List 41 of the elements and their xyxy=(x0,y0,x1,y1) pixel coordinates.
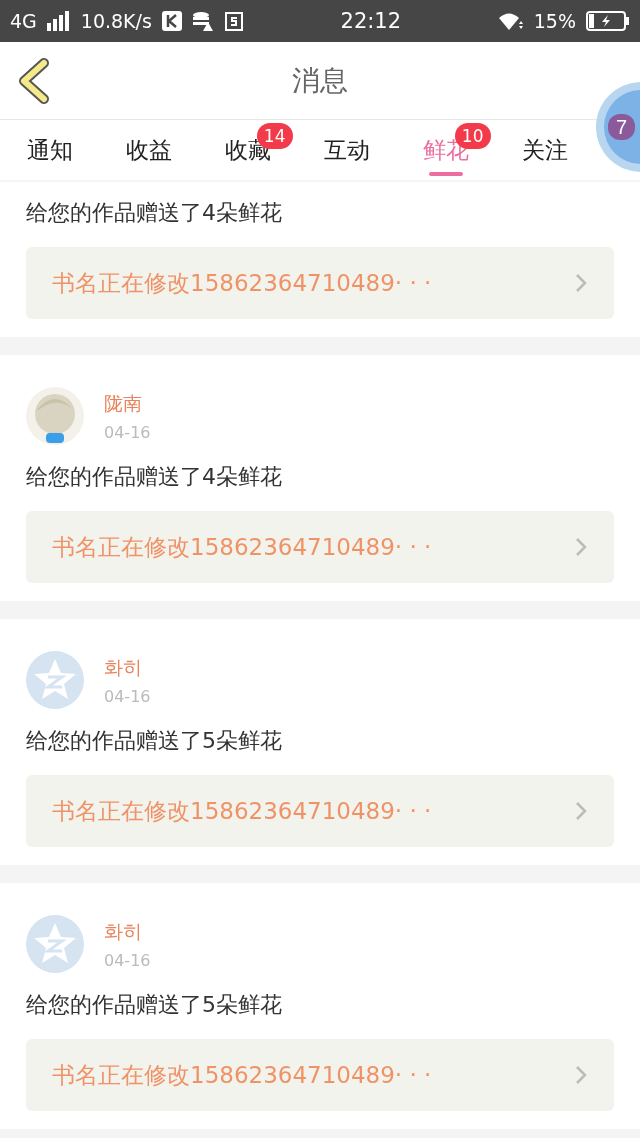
message-text: 给您的作品赠送了5朵鲜花 xyxy=(26,727,283,755)
user-name[interactable]: 화히 xyxy=(104,654,151,681)
book-link[interactable]: 书名正在修改15862364710489· · · xyxy=(26,775,614,847)
message-text: 给您的作品赠送了4朵鲜花 xyxy=(26,199,283,227)
network-speed: 10.8K/s xyxy=(80,10,152,32)
avatar xyxy=(26,651,84,709)
message-date: 04-16 xyxy=(104,686,151,706)
book-link[interactable]: 书名正在修改15862364710489· · · xyxy=(26,1039,614,1111)
user-name[interactable]: 陇南 xyxy=(104,390,151,417)
message-date: 04-16 xyxy=(104,422,151,442)
storage-icon xyxy=(223,11,244,31)
signal-icon xyxy=(46,11,71,31)
book-link[interactable]: 书名正在修改15862364710489· · · xyxy=(26,511,614,583)
chevron-right-icon xyxy=(574,1064,588,1086)
battery-icon xyxy=(586,10,630,32)
network-type: 4G xyxy=(10,10,37,32)
tab[interactable]: 互动 xyxy=(297,120,396,180)
user-name[interactable]: 화히 xyxy=(104,918,151,945)
book-link[interactable]: 书名正在修改15862364710489· · · xyxy=(26,247,614,319)
book-title: 书名正在修改15862364710489· · · xyxy=(52,1060,433,1090)
tab[interactable]: 关注 xyxy=(495,120,594,180)
back-button[interactable] xyxy=(16,58,50,104)
avatar xyxy=(26,915,84,973)
book-title: 书名正在修改15862364710489· · · xyxy=(52,532,433,562)
book-title: 书名正在修改15862364710489· · · xyxy=(52,268,433,298)
message-date: 04-16 xyxy=(104,950,151,970)
battery-percent: 15% xyxy=(533,10,576,32)
message-text: 给您的作品赠送了5朵鲜花 xyxy=(26,991,283,1019)
message-text: 给您的作品赠送了4朵鲜花 xyxy=(26,463,283,491)
clock: 22:12 xyxy=(339,9,403,33)
chevron-right-icon xyxy=(574,536,588,558)
chevron-right-icon xyxy=(574,800,588,822)
avatar xyxy=(26,387,84,445)
tab[interactable]: 收益 xyxy=(99,120,198,180)
chevron-right-icon xyxy=(574,272,588,294)
tab[interactable]: 通知 xyxy=(0,120,99,180)
wifi-icon xyxy=(497,11,524,31)
database-warning-icon xyxy=(191,11,214,31)
page-title: 消息 xyxy=(292,62,348,99)
app-icon xyxy=(161,11,182,31)
book-title: 书名正在修改15862364710489· · · xyxy=(52,796,433,826)
